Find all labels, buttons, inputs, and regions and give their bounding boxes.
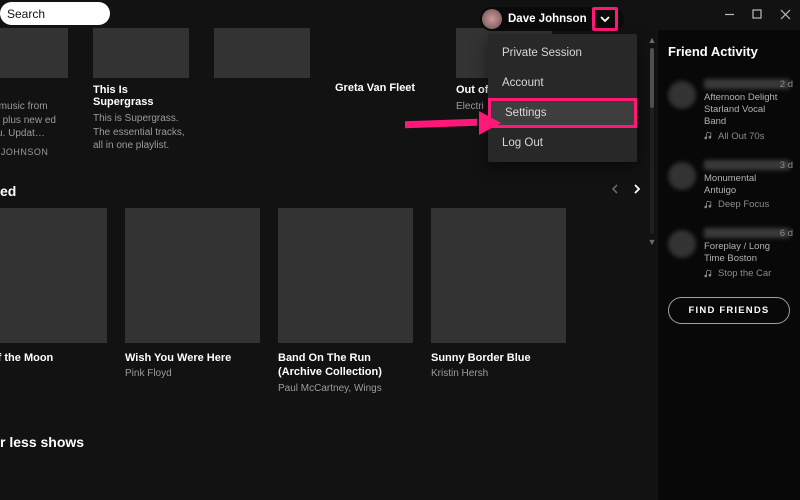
friend-playlist-name: All Out 70s (718, 131, 764, 142)
user-dropdown-menu: Private Session Account Settings Log Out (488, 34, 637, 162)
album-artist: Paul McCartney, Wings (278, 383, 413, 394)
album-card[interactable]: ide of the Moon (0, 208, 107, 394)
card-title: This Is Supergrass (93, 84, 189, 108)
album-title: Sunny Border Blue (431, 351, 566, 365)
album-artist: Pink Floyd (125, 368, 260, 379)
friend-playlist: All Out 70s (704, 131, 790, 142)
friend-time: 6 d (780, 228, 793, 239)
app-window: Search dar latest music from follow, plu… (0, 0, 800, 500)
album-art (93, 28, 189, 78)
friend-activity-panel: Friend Activity Afternoon Delight Starla… (658, 30, 800, 500)
card-title: Greta Van Fleet (335, 82, 431, 94)
friend-name (704, 79, 790, 89)
card-byline: DAVE JOHNSON (0, 147, 68, 157)
avatar (482, 9, 502, 29)
friend-track: Monumental Antuigo (704, 173, 790, 197)
friend-playlist-name: Deep Focus (718, 199, 769, 210)
card-title: dar (0, 84, 68, 96)
friend-row[interactable]: Monumental Antuigo Deep Focus 3 d (668, 160, 790, 211)
friend-name (704, 160, 790, 170)
shelf-card[interactable]: Greta Van Fleet (335, 28, 431, 158)
menu-item-logout[interactable]: Log Out (488, 128, 637, 158)
album-art (0, 28, 68, 78)
friend-row[interactable]: Afternoon Delight Starland Vocal Band Al… (668, 79, 790, 142)
carousel-nav (604, 178, 648, 200)
friend-playlist: Stop the Car (704, 268, 790, 279)
carousel-next-button[interactable] (626, 178, 648, 200)
album-card[interactable]: Band On The Run (Archive Collection) Pau… (278, 208, 413, 394)
carousel-prev-button[interactable] (604, 178, 626, 200)
album-art (125, 208, 260, 343)
album-title: Band On The Run (Archive Collection) (278, 351, 413, 380)
scroll-up-icon[interactable]: ▲ (648, 34, 656, 46)
friend-playlist: Deep Focus (704, 199, 790, 210)
search-input[interactable]: Search (0, 2, 110, 25)
menu-item-account[interactable]: Account (488, 68, 637, 98)
shelf-card[interactable] (214, 28, 310, 158)
music-note-icon (704, 269, 714, 279)
friend-time: 2 d (780, 79, 793, 90)
minimize-button[interactable] (722, 7, 736, 21)
album-artist: Kristin Hersh (431, 368, 566, 379)
section-heading-played: played (0, 183, 16, 199)
album-card[interactable]: Sunny Border Blue Kristin Hersh (431, 208, 566, 394)
user-menu-button[interactable]: Dave Johnson (480, 7, 624, 31)
shelf-card[interactable]: dar latest music from follow, plus new e… (0, 28, 68, 158)
friend-row[interactable]: Foreplay / Long Time Boston Stop the Car… (668, 228, 790, 279)
maximize-button[interactable] (750, 7, 764, 21)
main-scrollbar[interactable]: ▲ ▼ (648, 34, 656, 248)
card-description: latest music from follow, plus new ed fo… (0, 100, 68, 141)
user-name: Dave Johnson (508, 13, 587, 25)
section-heading-shows: es or less shows (0, 434, 84, 450)
friend-avatar (668, 81, 696, 109)
scroll-thumb[interactable] (650, 48, 654, 108)
friend-name (704, 228, 790, 238)
menu-item-settings[interactable]: Settings (488, 98, 637, 128)
friend-track: Afternoon Delight Starland Vocal Band (704, 92, 790, 128)
friend-playlist-name: Stop the Car (718, 268, 771, 279)
music-note-icon (704, 131, 714, 141)
card-description: This is Supergrass. The essential tracks… (93, 112, 189, 153)
album-title: Wish You Were Here (125, 351, 260, 365)
friend-time: 3 d (780, 160, 793, 171)
menu-item-private-session[interactable]: Private Session (488, 38, 637, 68)
album-art (278, 208, 413, 343)
recently-played-row: ide of the Moon Wish You Were Here Pink … (0, 208, 655, 394)
friend-activity-heading: Friend Activity (668, 44, 790, 59)
friend-avatar (668, 230, 696, 258)
friend-avatar (668, 162, 696, 190)
window-controls (722, 0, 800, 28)
album-title: ide of the Moon (0, 351, 107, 365)
shelf-card[interactable]: This Is Supergrass This is Supergrass. T… (93, 28, 189, 158)
album-art (0, 208, 107, 343)
album-card[interactable]: Wish You Were Here Pink Floyd (125, 208, 260, 394)
scroll-down-icon[interactable]: ▼ (648, 236, 656, 248)
album-art (214, 28, 310, 78)
friend-track: Foreplay / Long Time Boston (704, 241, 790, 265)
music-note-icon (704, 200, 714, 210)
find-friends-button[interactable]: FIND FRIENDS (668, 297, 790, 324)
chevron-down-icon[interactable] (592, 7, 618, 31)
album-art (431, 208, 566, 343)
close-button[interactable] (778, 7, 792, 21)
